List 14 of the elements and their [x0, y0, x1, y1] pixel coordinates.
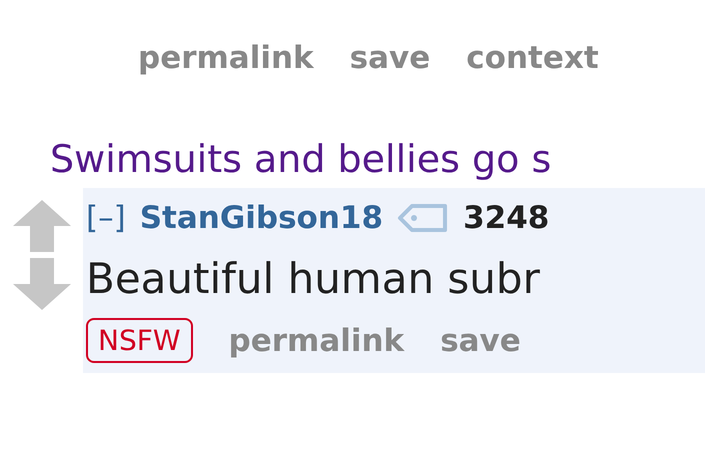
downvote-arrow-icon[interactable]	[12, 258, 70, 310]
collapse-toggle[interactable]: [–]	[86, 200, 126, 236]
upvote-arrow-icon[interactable]	[12, 200, 70, 252]
action-link[interactable]: permalink	[138, 40, 314, 76]
tag-icon[interactable]	[397, 203, 450, 233]
post-title[interactable]: Swimsuits and bellies go s	[50, 136, 705, 182]
user-score: 3248	[463, 200, 550, 236]
action-link[interactable]: save	[350, 40, 430, 76]
action-link[interactable]: save	[440, 322, 521, 358]
action-link[interactable]: context	[466, 40, 599, 76]
nsfw-tag: NSFW	[86, 318, 193, 363]
action-link[interactable]: permalink	[228, 322, 404, 358]
comment-author[interactable]: StanGibson18	[140, 200, 384, 236]
comment-text: Beautiful human subr	[86, 253, 541, 305]
